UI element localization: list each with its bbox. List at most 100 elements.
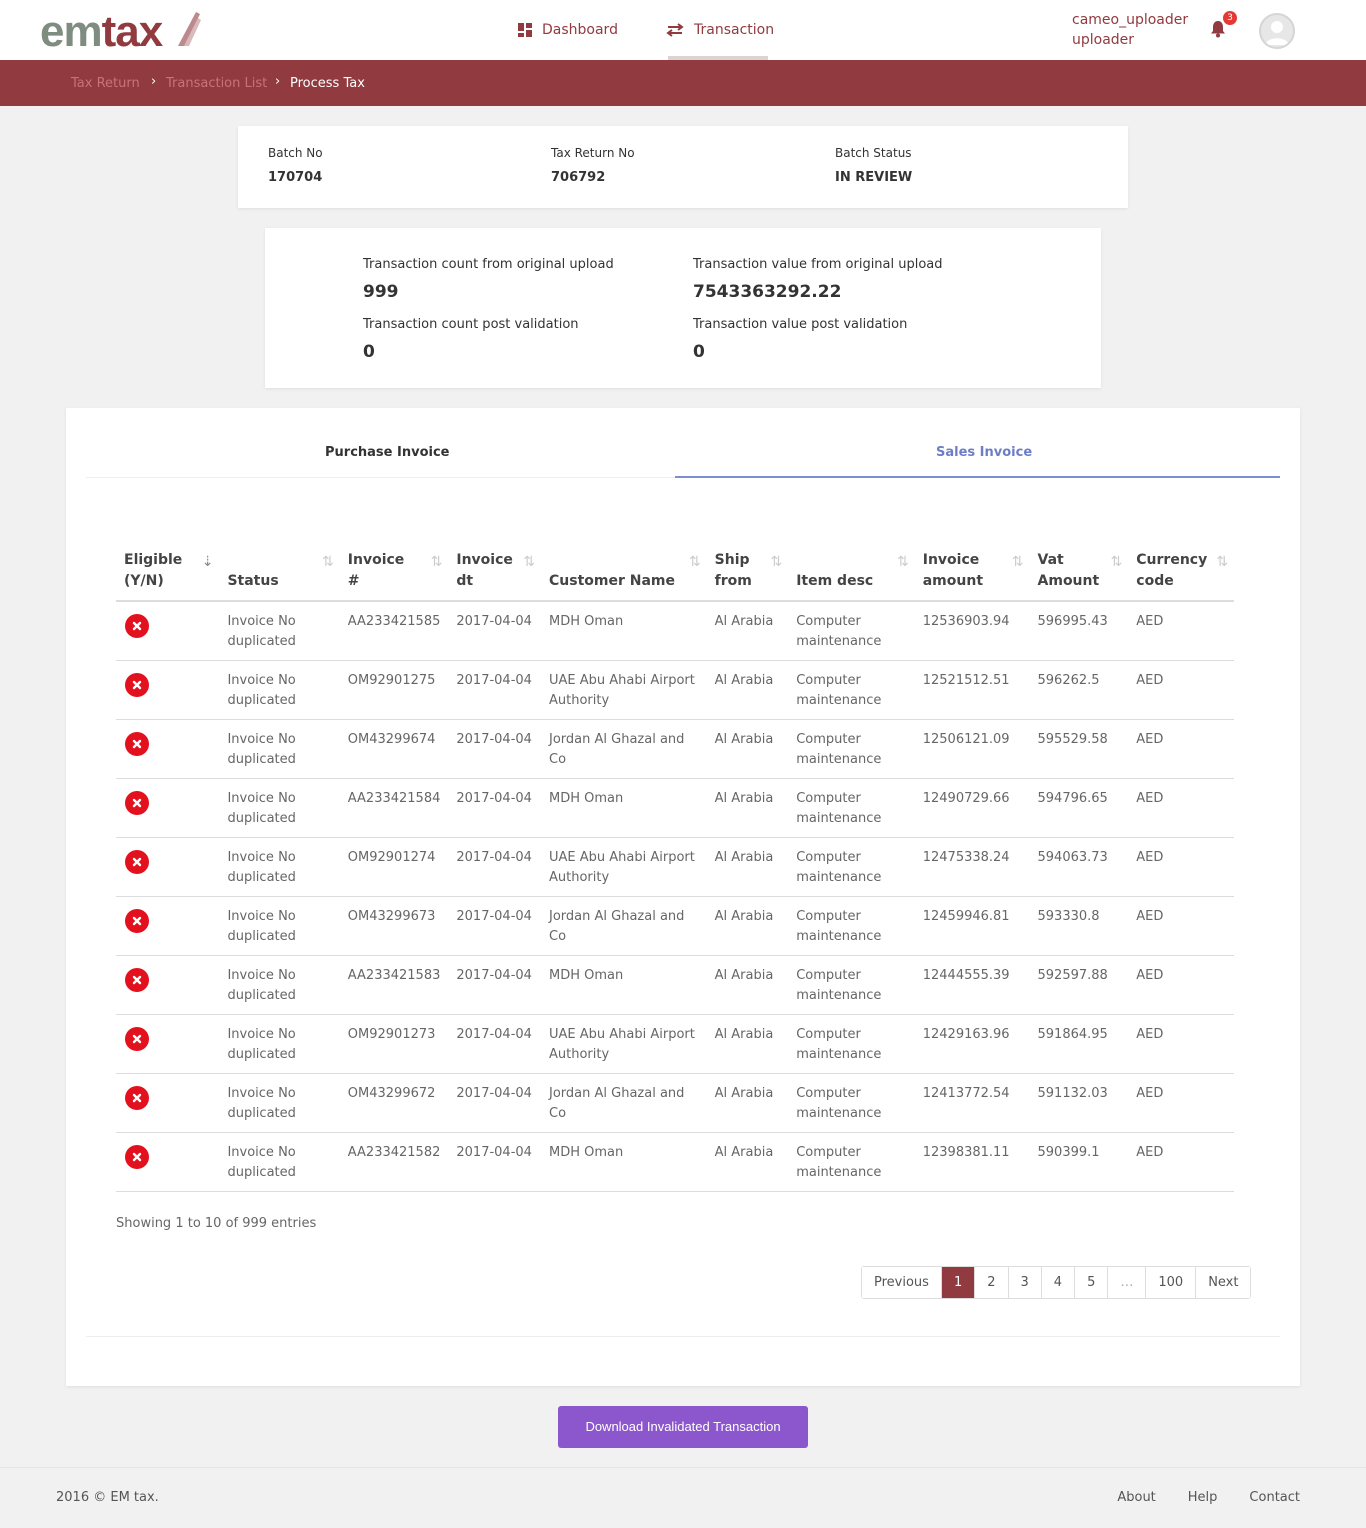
download-invalidated-button[interactable]: Download Invalidated Transaction [558, 1406, 808, 1448]
pagination: Previous 1 2 3 4 5 … 100 Next [861, 1266, 1252, 1299]
cell-item: Computer maintenance [788, 896, 915, 956]
cell-date: 2017-04-04 [448, 955, 541, 1015]
cell-ship: Al Arabia [706, 955, 789, 1015]
column-header[interactable]: Vat Amount ⇅ [1029, 550, 1129, 602]
cell-ship: Al Arabia [706, 719, 789, 779]
page-next[interactable]: Next [1196, 1267, 1251, 1298]
footer-about-link[interactable]: About [1117, 1490, 1155, 1505]
bell-icon[interactable] [1210, 20, 1226, 42]
table-row[interactable]: Invoice No duplicated AA233421582 2017-04-… [116, 1132, 1234, 1192]
eligible-cell [116, 1073, 220, 1133]
table-row[interactable]: Invoice No duplicated OM92901273 2017-04-0… [116, 1014, 1234, 1074]
cell-vat: 594796.65 [1029, 778, 1129, 838]
breadcrumb-transaction-list[interactable]: Transaction List [166, 76, 267, 91]
column-header-line2: Status [227, 573, 279, 589]
cell-date: 2017-04-04 [448, 1014, 541, 1074]
cell-currency: AED [1128, 955, 1234, 1015]
sort-icon[interactable]: ⇅ [523, 552, 535, 573]
table-row[interactable]: Invoice No duplicated OM92901275 2017-04-0… [116, 660, 1234, 720]
column-header-line1: Invoice [347, 552, 405, 568]
invoice-tabs: Purchase Invoice Sales Invoice [86, 436, 1280, 478]
ineligible-x-icon [125, 850, 149, 874]
sort-icon[interactable]: ⇅ [770, 552, 782, 573]
cell-ship: Al Arabia [706, 1014, 789, 1074]
sort-icon[interactable]: ⇅ [1216, 552, 1228, 573]
table-row[interactable]: Invoice No duplicated OM92901274 2017-04-0… [116, 837, 1234, 897]
count-original-value: 999 [363, 282, 399, 302]
column-header[interactable]: Status ⇅ [219, 550, 340, 602]
cell-date: 2017-04-04 [448, 1073, 541, 1133]
column-header[interactable]: Invoice # ⇅ [339, 550, 449, 602]
cell-customer: MDH Oman [541, 1132, 707, 1192]
user-name: cameo_uploader [1072, 12, 1189, 28]
value-post-label: Transaction value post validation [693, 317, 908, 332]
page-previous[interactable]: Previous [862, 1267, 942, 1298]
batch-no-value: 170704 [268, 170, 323, 185]
cell-item: Computer maintenance [788, 719, 915, 779]
cell-currency: AED [1128, 1073, 1234, 1133]
sort-icon[interactable]: ⇅ [689, 552, 701, 573]
breadcrumb-tax-return[interactable]: Tax Return [71, 76, 140, 91]
footer-contact-link[interactable]: Contact [1249, 1490, 1300, 1505]
table-row[interactable]: Invoice No duplicated AA233421583 2017-04-… [116, 955, 1234, 1015]
sort-icon[interactable]: ⇅ [431, 552, 443, 573]
value-original-label: Transaction value from original upload [693, 257, 943, 272]
cell-customer: UAE Abu Ahabi Airport Authority [541, 1014, 707, 1074]
logo-swoosh-icon [178, 12, 201, 46]
table-row[interactable]: Invoice No duplicated AA233421585 2017-04-… [116, 601, 1234, 661]
page-4[interactable]: 4 [1041, 1267, 1076, 1298]
user-menu[interactable]: cameo_uploader uploader [1072, 10, 1188, 50]
cell-vat: 590399.1 [1029, 1132, 1129, 1192]
column-header[interactable]: Item desc ⇅ [788, 550, 915, 602]
column-header[interactable]: Invoice amount ⇅ [914, 550, 1030, 602]
invoice-table-card: Purchase Invoice Sales Invoice Eligible (… [66, 408, 1300, 1386]
page-1[interactable]: 1 [941, 1267, 976, 1298]
sort-ascending-icon[interactable]: ⇣ [202, 552, 214, 573]
tax-return-no-value: 706792 [551, 170, 606, 185]
sort-icon[interactable]: ⇅ [897, 552, 909, 573]
ineligible-x-icon [125, 791, 149, 815]
ineligible-x-icon [125, 968, 149, 992]
swap-arrows-icon [666, 23, 684, 37]
sort-icon[interactable]: ⇅ [322, 552, 334, 573]
eligible-cell [116, 1014, 220, 1074]
page-3[interactable]: 3 [1008, 1267, 1042, 1298]
eligible-cell [116, 601, 220, 661]
cell-vat: 592597.88 [1029, 955, 1129, 1015]
cell-amount: 12413772.54 [914, 1073, 1030, 1133]
page-100[interactable]: 100 [1146, 1267, 1197, 1298]
column-header-line2: amount [922, 573, 984, 589]
table-row[interactable]: Invoice No duplicated OM43299674 2017-04-0… [116, 719, 1234, 779]
avatar[interactable] [1259, 13, 1295, 49]
column-header[interactable]: Eligible (Y/N) ⇣ [116, 550, 220, 602]
column-header[interactable]: Customer Name ⇅ [541, 550, 707, 602]
column-header[interactable]: Invoice dt ⇅ [448, 550, 541, 602]
nav-transaction[interactable]: Transaction [666, 0, 774, 60]
page-2[interactable]: 2 [975, 1267, 1009, 1298]
cell-amount: 12536903.94 [914, 601, 1030, 661]
cell-invoice: OM43299672 [339, 1073, 449, 1133]
ineligible-x-icon [125, 614, 149, 638]
cell-vat: 595529.58 [1029, 719, 1129, 779]
tab-purchase-invoice[interactable]: Purchase Invoice [325, 445, 449, 460]
notification-badge: 3 [1223, 11, 1237, 25]
cell-currency: AED [1128, 837, 1234, 897]
cell-date: 2017-04-04 [448, 601, 541, 661]
sort-icon[interactable]: ⇅ [1012, 552, 1024, 573]
nav-dashboard[interactable]: Dashboard [518, 0, 618, 60]
column-header-line2: (Y/N) [124, 573, 164, 589]
column-header[interactable]: Ship from ⇅ [706, 550, 789, 602]
table-row[interactable]: Invoice No duplicated AA233421584 2017-04-… [116, 778, 1234, 838]
column-header-line2: Item desc [796, 573, 874, 589]
cell-date: 2017-04-04 [448, 719, 541, 779]
page-5[interactable]: 5 [1075, 1267, 1109, 1298]
table-row[interactable]: Invoice No duplicated OM43299672 2017-04-0… [116, 1073, 1234, 1133]
table-row[interactable]: Invoice No duplicated OM43299673 2017-04-0… [116, 896, 1234, 956]
copyright: 2016 © EM tax. [56, 1490, 159, 1505]
cell-amount: 12398381.11 [914, 1132, 1030, 1192]
column-header[interactable]: Currency code ⇅ [1128, 550, 1234, 602]
tab-sales-invoice[interactable]: Sales Invoice [936, 445, 1032, 460]
emtax-logo[interactable]: emtax [40, 8, 201, 54]
sort-icon[interactable]: ⇅ [1111, 552, 1123, 573]
footer-help-link[interactable]: Help [1188, 1490, 1218, 1505]
